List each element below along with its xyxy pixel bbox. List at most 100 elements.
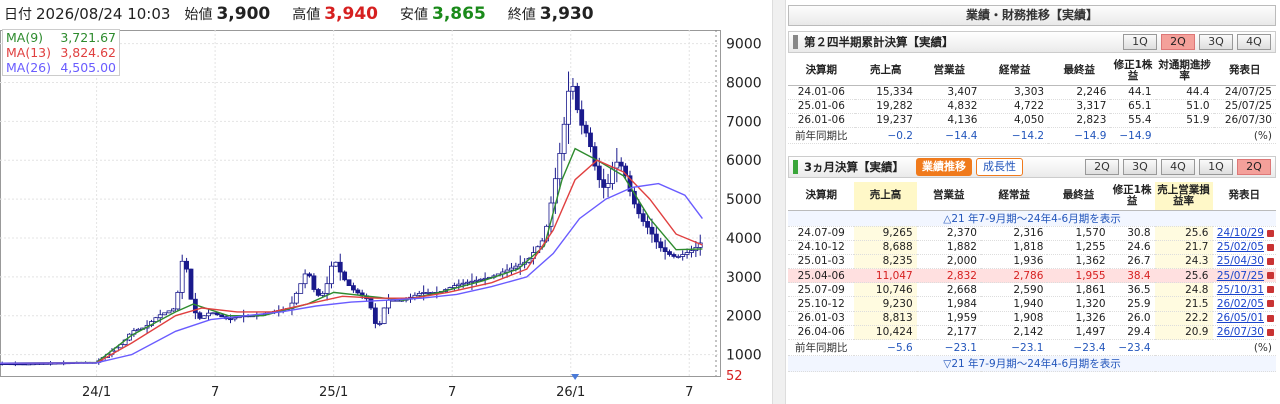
y-tick-label: 5000 bbox=[726, 192, 762, 208]
candle-body bbox=[421, 292, 427, 294]
range-toggle-top[interactable]: △21 年7-9月期～24年4-6月期を表示 bbox=[788, 210, 1276, 227]
table-row: 24.07-09 9,265 2,370 2,316 1,570 30.8 25.6 24/1… bbox=[788, 226, 1276, 241]
tab-q-1q[interactable]: 1Q bbox=[1199, 159, 1233, 175]
table-cell: 2,590 bbox=[980, 282, 1048, 298]
table-row: 24.10-12 8,688 1,882 1,818 1,255 24.6 21.7 25/0… bbox=[788, 240, 1276, 255]
cumulative-quarter-tabs: 1Q 2Q 3Q 4Q bbox=[1123, 34, 1271, 50]
col-header: 決算期 bbox=[788, 57, 855, 86]
header-row: 決算期 売上高 営業益 経常益 最終益 修正1株益 売上営業損益率 発表日 bbox=[788, 182, 1276, 211]
candle-body bbox=[386, 299, 391, 309]
ma26-row: MA(26) 4,505.00 bbox=[6, 60, 116, 75]
table-cell: 55.4 bbox=[1110, 113, 1156, 129]
table-cell: 26/07/30 bbox=[1213, 113, 1276, 129]
low-value: 3,865 bbox=[432, 4, 486, 24]
table-cell: 51.0 bbox=[1155, 99, 1214, 114]
col-header: 売上高 bbox=[854, 57, 917, 86]
table-cell: 8,688 bbox=[854, 240, 917, 255]
low-label: 安値 bbox=[400, 7, 429, 23]
table-cell: 1,497 bbox=[1047, 325, 1110, 341]
table-cell: 26.0 bbox=[1109, 311, 1155, 326]
candle-body bbox=[17, 363, 23, 366]
col-header: 対通期進捗率 bbox=[1155, 57, 1214, 86]
panel-splitter[interactable] bbox=[772, 0, 786, 404]
table-cell: 24/07/25 bbox=[1213, 85, 1276, 100]
ma13-value: 3,824.62 bbox=[60, 45, 116, 60]
tab-q-4q[interactable]: 4Q bbox=[1161, 159, 1195, 175]
cumulative-table: 決算期 売上高 営業益 経常益 最終益 修正1株益 対通期進捗率 発表日 24.01-06 15,… bbox=[788, 57, 1276, 145]
table-cell: 24.8 bbox=[1154, 282, 1213, 298]
x-tick-label: 7 bbox=[685, 385, 693, 400]
candle-body bbox=[425, 292, 431, 294]
table-cell: 25.04-06 bbox=[788, 268, 855, 284]
table-cell: 24.01-06 bbox=[788, 85, 855, 100]
candle-body bbox=[583, 124, 589, 134]
tab-2q[interactable]: 2Q bbox=[1161, 34, 1195, 50]
table-cell: 2,370 bbox=[916, 226, 981, 241]
table-cell: 26.01-06 bbox=[788, 113, 855, 129]
yoy-cell: (%) bbox=[1213, 127, 1276, 145]
candle-body bbox=[184, 260, 189, 270]
tab-4q[interactable]: 4Q bbox=[1237, 34, 1271, 50]
candle-body bbox=[320, 292, 326, 296]
yoy-cell: −23.1 bbox=[916, 339, 981, 356]
candle-body bbox=[675, 256, 681, 258]
report-date-link[interactable]: 26/07/30 bbox=[1212, 325, 1276, 341]
candle-body bbox=[566, 90, 571, 125]
report-date-link[interactable]: 25/10/31 bbox=[1212, 282, 1276, 298]
table-cell: 2,823 bbox=[1048, 113, 1111, 129]
report-date-link[interactable]: 26/02/05 bbox=[1212, 296, 1276, 312]
table-cell: 44.4 bbox=[1155, 85, 1214, 100]
col-header: 最終益 bbox=[1048, 57, 1111, 86]
open-value: 3,900 bbox=[216, 4, 271, 24]
tab-3q[interactable]: 3Q bbox=[1199, 34, 1233, 50]
open-label: 始値 bbox=[184, 7, 213, 23]
close-label: 終値 bbox=[507, 7, 536, 23]
candle-body bbox=[645, 221, 650, 228]
table-cell: 11,047 bbox=[854, 268, 917, 284]
report-date-link[interactable]: 25/02/05 bbox=[1212, 240, 1276, 255]
candle-body bbox=[197, 312, 203, 319]
report-date-link[interactable]: 25/04/30 bbox=[1212, 254, 1276, 270]
table-cell: 30.8 bbox=[1109, 226, 1155, 241]
y-tick-label: 8000 bbox=[726, 75, 762, 91]
table-row: 26.01-06 19,237 4,136 4,050 2,823 55.4 51.9 26/… bbox=[788, 113, 1276, 129]
table-row: 25.01-03 8,235 2,000 1,936 1,362 26.7 24.3 25/0… bbox=[788, 254, 1276, 270]
report-date-link[interactable]: 26/05/01 bbox=[1212, 311, 1276, 326]
growth-button[interactable]: 成長性 bbox=[976, 158, 1024, 176]
table-cell: 25.9 bbox=[1109, 296, 1155, 312]
table-cell: 8,235 bbox=[854, 254, 917, 270]
range-toggle-row[interactable]: △21 年7-9月期～24年4-6月期を表示 bbox=[788, 210, 1276, 227]
report-date-link[interactable]: 25/07/25 bbox=[1212, 268, 1276, 284]
y-tick-label: 7000 bbox=[726, 114, 762, 130]
y-tick-label: 1000 bbox=[726, 348, 762, 364]
quarterly-section-bar: 3ヵ月決算【実績】 業績推移 成長性 2Q 3Q 4Q 1Q 2Q bbox=[788, 156, 1276, 178]
table-row: 25.07-09 10,746 2,668 2,590 1,861 36.5 24.8 25/… bbox=[788, 282, 1276, 298]
table-cell: 25.07-09 bbox=[788, 282, 855, 298]
table-cell: 26.04-06 bbox=[788, 325, 855, 341]
cumulative-section-bar: 第２四半期累計決算【実績】 1Q 2Q 3Q 4Q bbox=[788, 31, 1276, 53]
performance-trend-button[interactable]: 業績推移 bbox=[916, 158, 973, 176]
table-row: 25.10-12 9,230 1,984 1,940 1,320 25.9 21.5 26/0… bbox=[788, 296, 1276, 312]
range-toggle-bottom[interactable]: ▽21 年7-9月期～24年4-6月期を表示 bbox=[788, 355, 1276, 372]
candlestick-chart[interactable]: 1000 2000 3000 4000 5000 6000 7000 8000 9000 24/1… bbox=[0, 28, 772, 404]
tab-1q[interactable]: 1Q bbox=[1123, 34, 1157, 50]
price-header: 日付 2026/08/24 10:03 始値 3,900 高値 3,940 安値… bbox=[0, 0, 772, 28]
table-cell: 2,316 bbox=[980, 226, 1048, 241]
tab-q-3q[interactable]: 3Q bbox=[1123, 159, 1157, 175]
candle-body bbox=[561, 123, 567, 154]
table-cell: 21.7 bbox=[1154, 240, 1213, 255]
col-header: 発表日 bbox=[1213, 57, 1276, 86]
candle-body bbox=[478, 278, 484, 281]
table-cell: 20.9 bbox=[1154, 325, 1213, 341]
table-cell: 3,407 bbox=[916, 85, 982, 100]
report-date-link[interactable]: 24/10/29 bbox=[1212, 226, 1276, 241]
range-toggle-row[interactable]: ▽21 年7-9月期～24年4-6月期を表示 bbox=[788, 355, 1276, 372]
quarterly-tabs: 2Q 3Q 4Q 1Q 2Q bbox=[1085, 159, 1271, 175]
x-tick-label: 7 bbox=[448, 385, 456, 400]
table-cell: 1,861 bbox=[1047, 282, 1110, 298]
table-cell: 2,142 bbox=[980, 325, 1048, 341]
candle-body bbox=[381, 307, 387, 324]
tab-q-2q-prev[interactable]: 2Q bbox=[1085, 159, 1119, 175]
table-cell: 10,746 bbox=[854, 282, 917, 298]
tab-q-2q[interactable]: 2Q bbox=[1237, 159, 1271, 175]
